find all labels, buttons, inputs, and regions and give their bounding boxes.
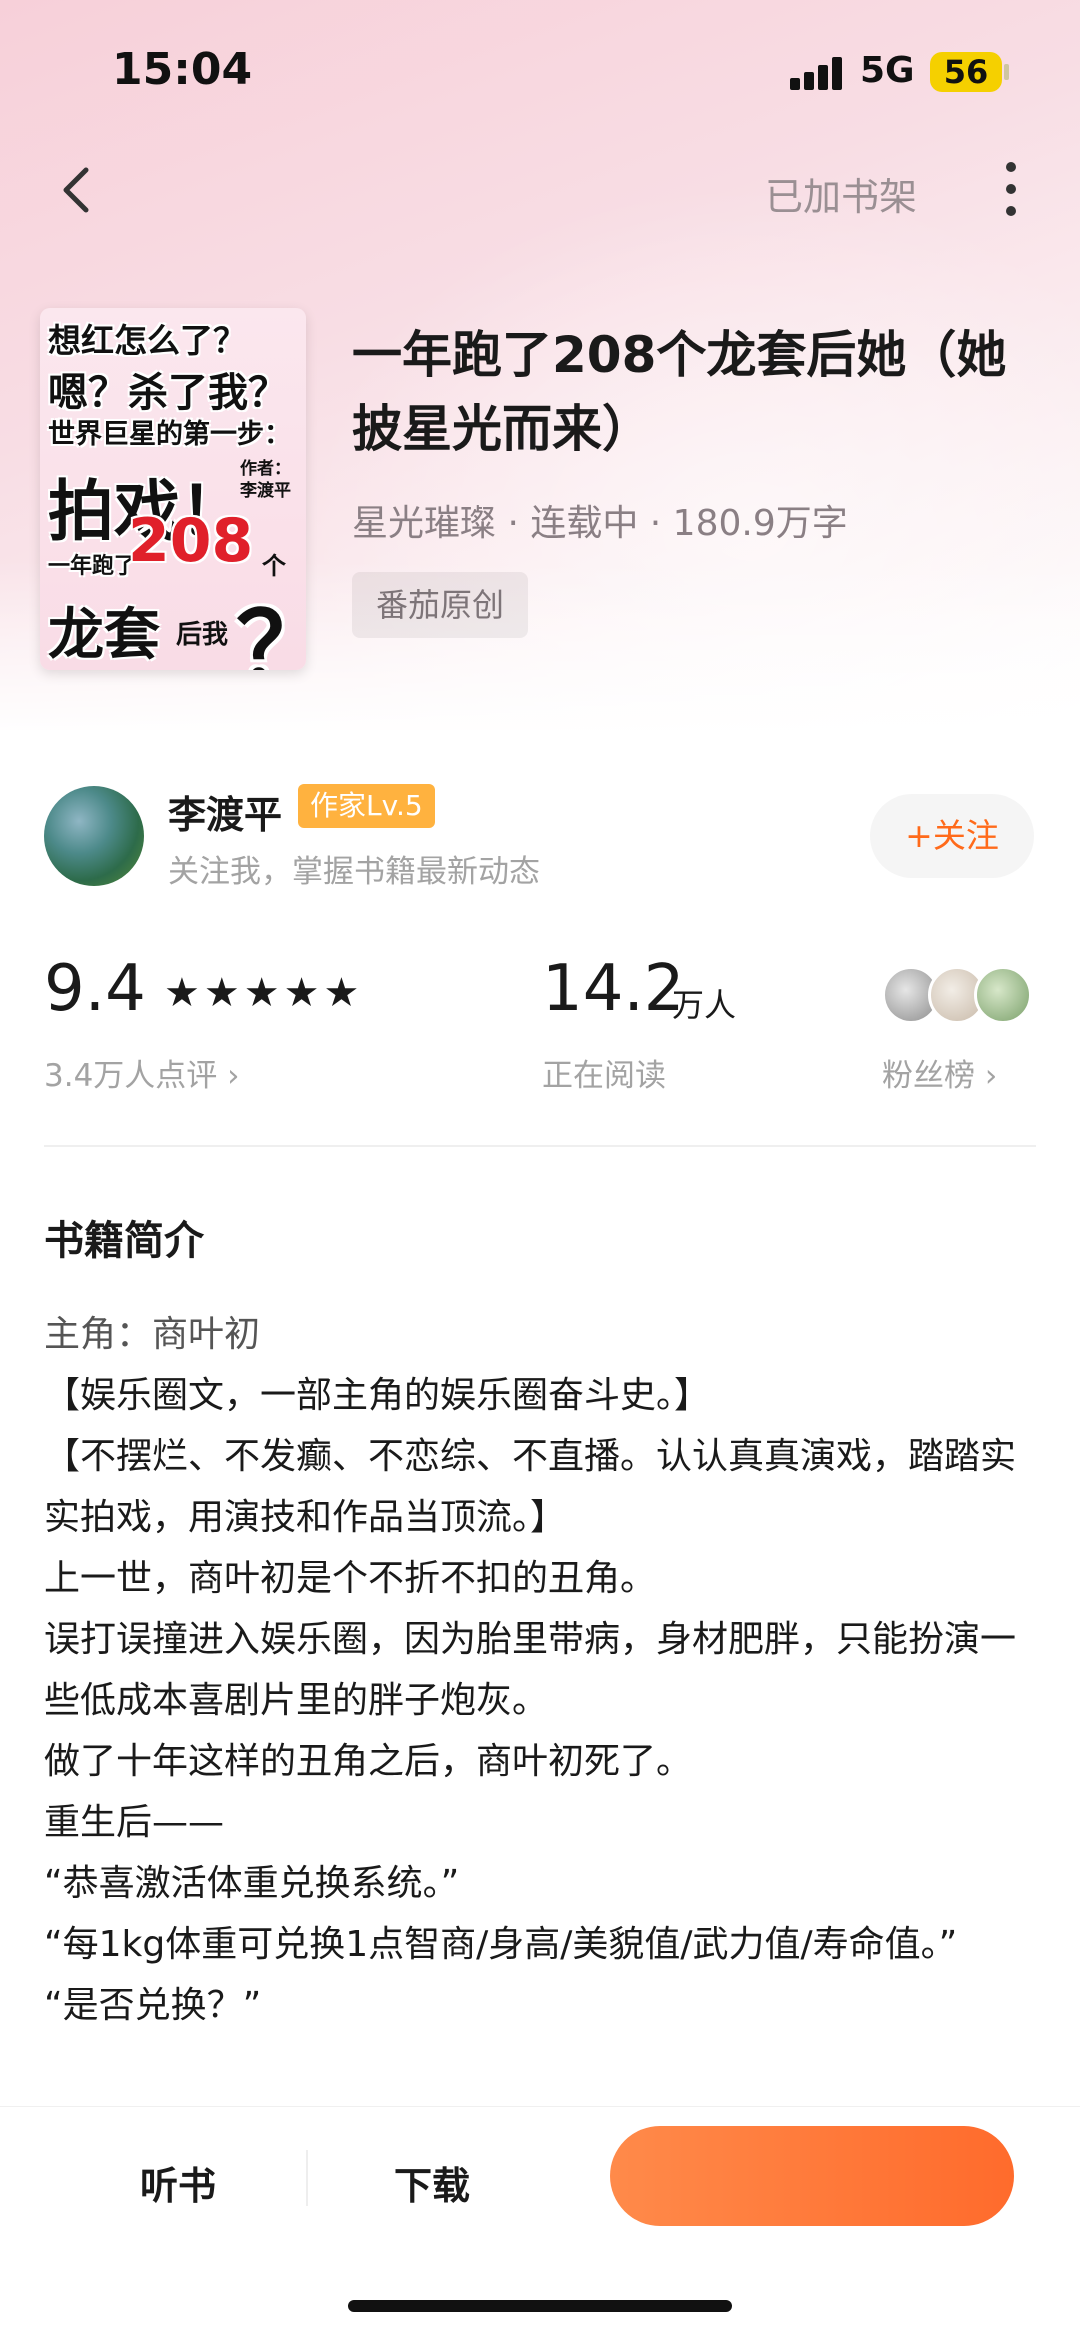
rating-score: 9.4 [44,952,146,1026]
book-meta: 星光璀璨 · 连载中 · 180.9万字 [352,503,848,544]
author-level-badge: 作家Lv.5 [298,784,435,828]
cover-number: 208 [128,506,254,576]
book-tag[interactable]: 番茄原创 [352,572,529,638]
divider [44,1145,1036,1147]
cover-line: 一年跑了 [48,554,137,579]
cover-author: 作者： 李渡平 [240,459,291,501]
synopsis-line: “恭喜激活体重兑换系统。” [44,1863,460,1904]
rating-stars-icon: ★★★★★ [164,970,364,1016]
read-button[interactable] [610,2126,1014,2226]
network-label: 5G [860,50,915,91]
fan-avatars[interactable] [882,966,1038,1026]
cover-question-mark: ？ [236,570,306,670]
divider [306,2150,308,2206]
reading-count: 14.2 [542,952,685,1026]
cover-line: 世界巨星的第一步： [48,419,291,450]
signal-icon [790,56,846,90]
back-icon[interactable] [48,160,108,220]
synopsis-line: 误打误撞进入娱乐圈，因为胎里带病，身材肥胖，只能扮演一些低成本喜剧片里的胖子炮灰… [44,1619,1017,1721]
synopsis-line: 上一世，商叶初是个不折不扣的丑角。 [44,1558,657,1599]
reading-unit: 万人 [672,986,737,1024]
cover-line: 后我 [176,620,229,650]
fan-ranking-link[interactable]: 粉丝榜 › [882,1050,997,1095]
cover-line: 想红怎么了？ [48,321,246,360]
added-to-shelf-button[interactable]: 已加书架 [765,166,917,221]
synopsis-text[interactable]: 主角：商叶初 【娱乐圈文，一部主角的娱乐圈奋斗史。】 【不摆烂、不发癫、不恋综、… [44,1304,1044,2036]
home-indicator[interactable] [348,2300,732,2312]
synopsis-line: 做了十年这样的丑角之后，商叶初死了。 [44,1741,693,1782]
author-name[interactable]: 李渡平 [168,784,282,839]
status-time: 15:04 [112,44,253,95]
download-button[interactable]: 下载 [394,2155,470,2210]
synopsis-line: 主角：商叶初 [44,1314,261,1355]
synopsis-line: “每1kg体重可兑换1点智商/身高/美貌值/武力值/寿命值。” [44,1924,958,1965]
follow-button[interactable]: +关注 [870,794,1034,878]
synopsis-heading: 书籍简介 [44,1218,204,1264]
synopsis-line: “是否兑换？” [44,1985,262,2026]
battery-icon: 56 [930,52,1002,92]
book-title: 一年跑了208个龙套后她（她披星光而来） [352,326,1007,458]
listen-button[interactable]: 听书 [140,2155,216,2210]
author-description: 关注我，掌握书籍最新动态 [168,854,540,890]
cover-line: 龙套 [48,603,160,668]
synopsis-line: 【不摆烂、不发癫、不恋综、不直播。认认真真演戏，踏踏实实拍戏，用演技和作品当顶流… [44,1436,1017,1538]
book-cover[interactable]: 想红怎么了？ 嗯？杀了我？ 世界巨星的第一步： 拍戏！ 作者： 李渡平 一年跑了… [40,308,306,670]
cover-line: 嗯？杀了我？ [48,370,288,416]
book-detail-page: 15:04 5G 56 已加书架 想红怎么了？ 嗯？杀了我？ 世界巨星的第一步：… [0,0,1080,2338]
more-options-icon[interactable] [998,158,1024,222]
fan-avatar [974,966,1032,1024]
reviews-link[interactable]: 3.4万人点评 › [44,1050,240,1095]
reading-label: 正在阅读 [542,1058,666,1094]
author-avatar[interactable] [44,786,144,886]
synopsis-line: 【娱乐圈文，一部主角的娱乐圈奋斗史。】 [44,1375,711,1416]
synopsis-line: 重生后—— [44,1802,225,1843]
